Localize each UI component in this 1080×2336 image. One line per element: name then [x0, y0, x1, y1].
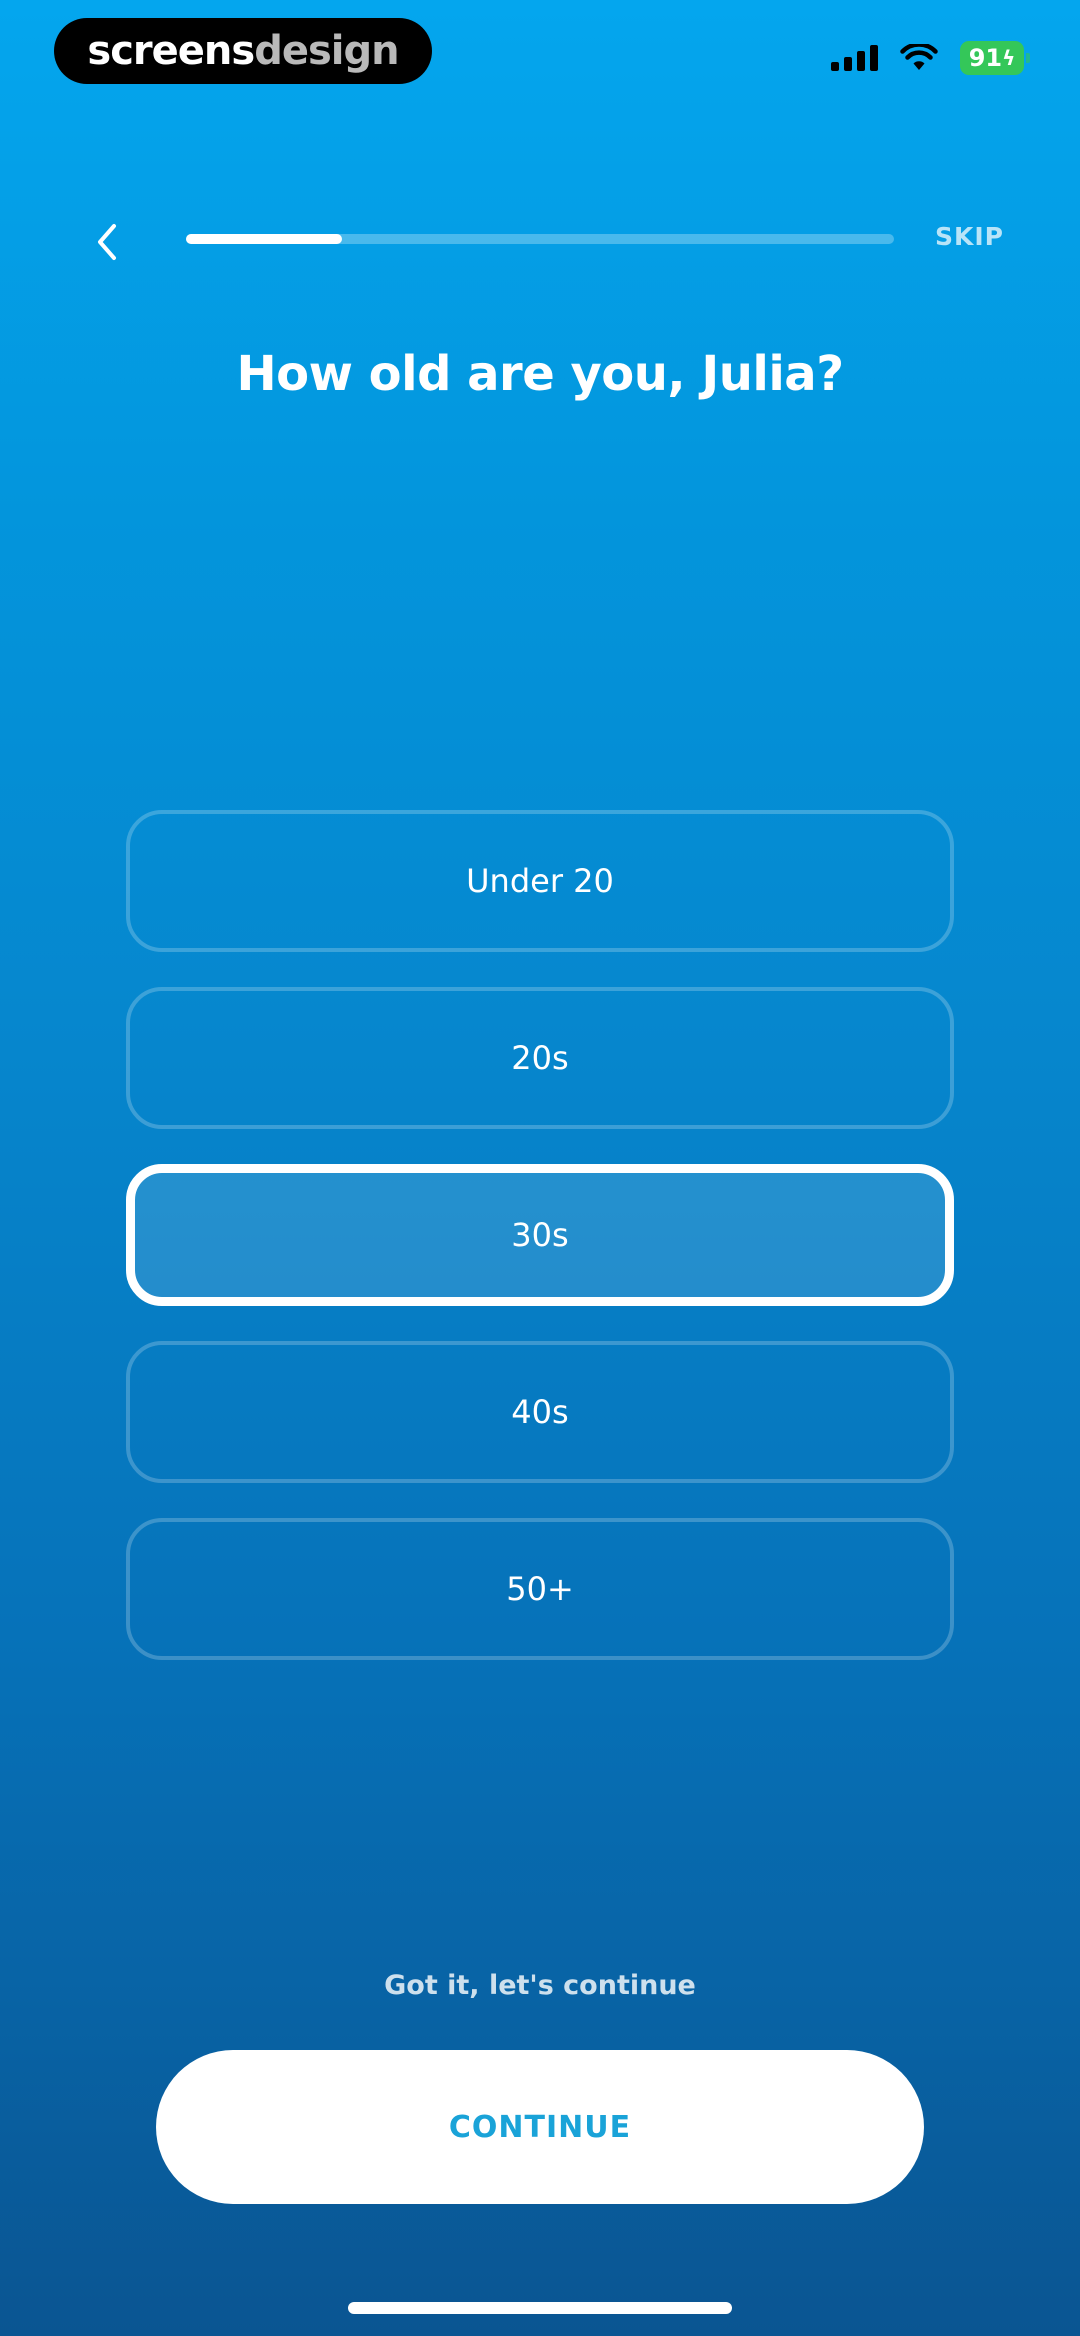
progress-fill — [186, 234, 342, 244]
battery-level: 91 — [968, 44, 1003, 72]
age-option[interactable]: 20s — [126, 987, 954, 1129]
age-option[interactable]: 50+ — [126, 1518, 954, 1660]
home-indicator — [348, 2302, 732, 2314]
continue-hint: Got it, let's continue — [384, 1970, 696, 2001]
age-options-list: Under 20 20s 30s 40s 50+ — [126, 810, 954, 1695]
continue-button-label: CONTINUE — [448, 2109, 632, 2145]
age-option-label: Under 20 — [466, 862, 614, 900]
continue-button[interactable]: CONTINUE — [156, 2050, 924, 2204]
age-option-label: 20s — [511, 1039, 569, 1077]
age-option-label: 50+ — [506, 1570, 574, 1608]
battery-indicator: 91 ϟ — [960, 41, 1030, 75]
age-option-selected[interactable]: 30s — [126, 1164, 954, 1306]
watermark-part-2: design — [254, 28, 399, 74]
age-option-label: 30s — [511, 1216, 569, 1254]
skip-button[interactable]: SKIP — [935, 222, 1004, 251]
back-button[interactable] — [86, 218, 126, 266]
watermark-part-1: screens — [87, 28, 255, 74]
status-bar: 91 ϟ — [831, 38, 1030, 78]
onboarding-progress-bar — [186, 234, 894, 244]
question-title: How old are you, Julia? — [236, 346, 844, 402]
charging-bolt-icon: ϟ — [1002, 46, 1016, 70]
signal-bars-icon — [831, 45, 878, 71]
age-option[interactable]: Under 20 — [126, 810, 954, 952]
age-option-label: 40s — [511, 1393, 569, 1431]
age-option[interactable]: 40s — [126, 1341, 954, 1483]
chevron-left-icon — [98, 224, 116, 260]
wifi-icon — [900, 44, 938, 72]
screensdesign-watermark: screens design — [54, 18, 432, 84]
